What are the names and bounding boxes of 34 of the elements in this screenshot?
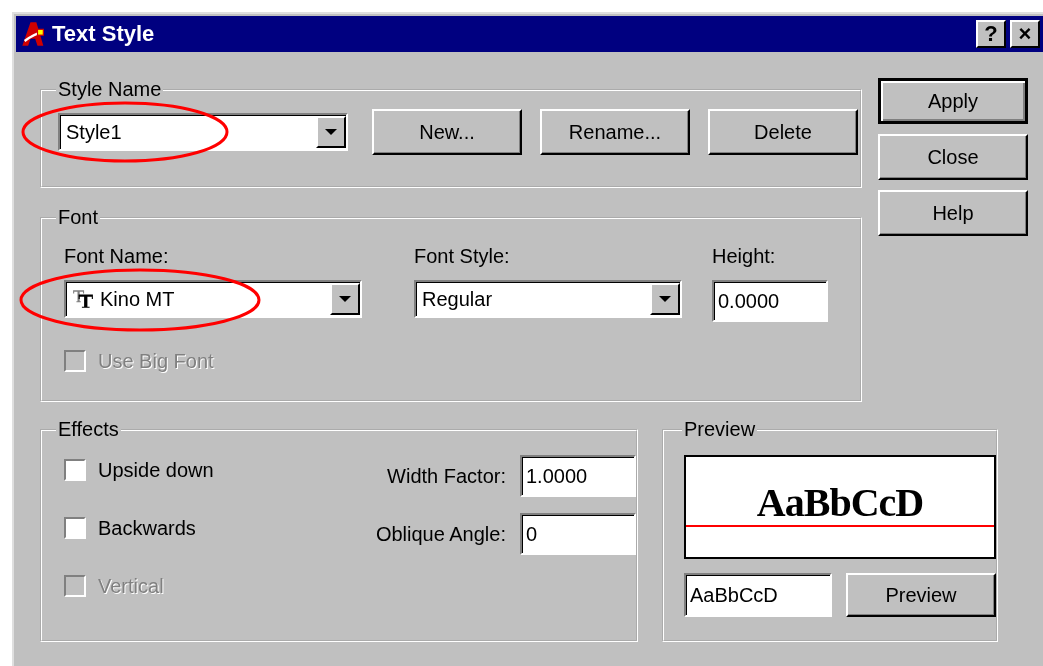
preview-text-input[interactable]: AaBbCcD (684, 573, 832, 617)
checkbox-label: Use Big Font (98, 349, 214, 373)
close-button[interactable]: × (1010, 20, 1040, 48)
window-title: Text Style (52, 21, 156, 47)
height-input[interactable]: 0.0000 (712, 280, 828, 322)
checkbox-label: Backwards (98, 516, 196, 540)
oblique-angle-input[interactable]: 0 (520, 513, 636, 555)
dialog-button[interactable]: Close (878, 134, 1028, 180)
field-label: Oblique Angle: (375, 522, 506, 546)
help-button[interactable]: ? (976, 20, 1006, 48)
width-factor-input[interactable]: 1.0000 (520, 455, 636, 497)
field-label: Font Style: (414, 245, 511, 268)
action-button[interactable]: Rename... (540, 109, 690, 155)
action-button[interactable]: Delete (708, 109, 858, 155)
action-button[interactable]: New... (372, 109, 522, 155)
preview-sample-text: AaBbCcD (756, 481, 924, 525)
font-name-dropdown[interactable]: Kino MT (64, 280, 362, 318)
style-dropdown[interactable]: Style1 (58, 113, 348, 151)
group-label: Style Name (57, 78, 163, 101)
checkbox-label: Vertical (98, 574, 164, 598)
group-label: Effects (57, 418, 120, 441)
truetype-icon (72, 289, 94, 309)
field-label: Width Factor: (387, 464, 506, 488)
group-label: Preview (683, 418, 757, 441)
field-label: Height: (712, 245, 777, 268)
checkbox-label: Upside down (98, 458, 214, 482)
font-style-dropdown[interactable]: Regular (414, 280, 682, 318)
checkbox[interactable] (64, 459, 86, 481)
dialog-button[interactable]: Apply (878, 78, 1028, 124)
checkbox[interactable] (64, 517, 86, 539)
field-label: Font Name: (64, 245, 170, 268)
preview-button[interactable]: Preview (846, 573, 996, 617)
group-label: Font (57, 206, 100, 229)
dialog-button[interactable]: Help (878, 190, 1028, 236)
